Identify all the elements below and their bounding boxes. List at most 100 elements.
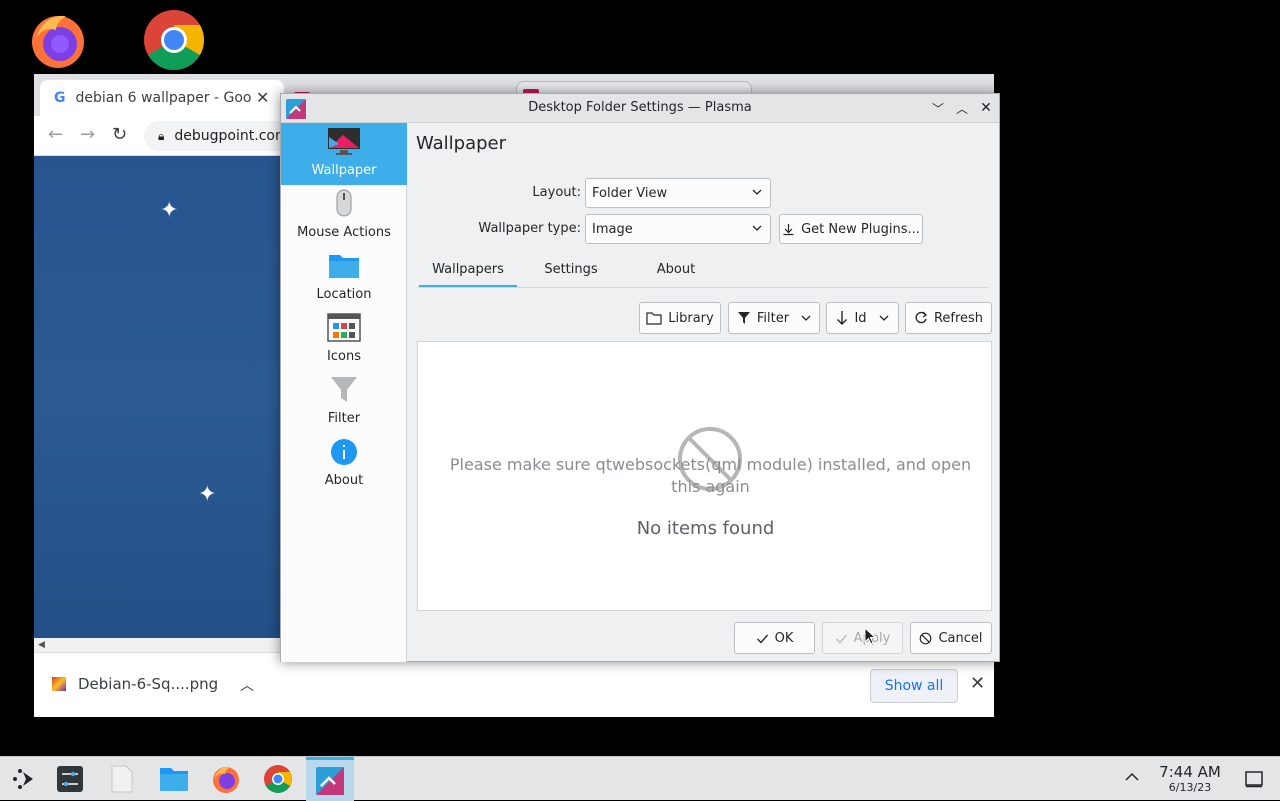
library-label: Library xyxy=(668,310,714,326)
chevron-up-icon[interactable]: ︿ xyxy=(240,675,254,695)
firefox-taskbar-icon[interactable] xyxy=(202,757,250,801)
sidebar-item-mouse-actions[interactable]: Mouse Actions xyxy=(281,185,407,247)
layout-combobox[interactable]: Folder View xyxy=(585,178,771,208)
sort-label: Id xyxy=(854,310,867,326)
star-sparkle: ✦ xyxy=(160,198,179,223)
sidebar-item-label: Wallpaper xyxy=(311,163,377,178)
sidebar-item-location[interactable]: Location xyxy=(281,247,407,309)
star-sparkle: ✦ xyxy=(198,482,217,507)
library-button[interactable]: Library xyxy=(639,302,721,334)
get-new-plugins-label: Get New Plugins... xyxy=(801,221,920,237)
dialog-title: Desktop Folder Settings — Plasma xyxy=(528,100,752,115)
chrome-desktop-icon[interactable] xyxy=(142,8,206,72)
tab-wallpapers[interactable]: Wallpapers xyxy=(419,255,517,287)
layout-label: Layout: xyxy=(532,185,581,200)
chevron-up-icon[interactable]: ︿ xyxy=(953,99,971,117)
layout-value: Folder View xyxy=(592,185,668,201)
check-icon xyxy=(835,634,847,644)
url-text: debugpoint.com xyxy=(174,128,289,144)
reload-icon[interactable]: ↻ xyxy=(112,124,127,145)
show-desktop-icon[interactable] xyxy=(1244,769,1264,793)
settings-sidebar: Wallpaper Mouse Actions Location Icons F… xyxy=(281,123,407,662)
wallpapers-list-panel: Please make sure qtwebsockets(qml module… xyxy=(417,341,992,611)
filter-icon xyxy=(737,312,750,324)
system-settings-taskbar-icon[interactable] xyxy=(46,757,94,801)
clock-date: 6/13/23 xyxy=(1168,781,1212,794)
download-item[interactable]: Debian-6-Sq....png xyxy=(52,675,218,693)
chevron-down-icon xyxy=(752,225,762,231)
sidebar-item-label: Filter xyxy=(327,411,361,426)
wallpaper-type-combobox[interactable]: Image xyxy=(585,214,771,244)
sort-button[interactable]: Id xyxy=(826,302,899,334)
close-icon[interactable]: ✕ xyxy=(970,673,985,694)
page-title: Wallpaper xyxy=(416,133,507,154)
refresh-label: Refresh xyxy=(933,310,984,326)
sidebar-item-label: Icons xyxy=(327,349,361,364)
sidebar-item-icons[interactable]: Icons xyxy=(281,309,407,371)
filter-funnel-icon xyxy=(331,377,357,402)
chevron-up-icon[interactable] xyxy=(1124,771,1140,787)
tab-divider xyxy=(417,287,989,288)
apply-button[interactable]: Apply xyxy=(822,622,903,654)
application-launcher-icon[interactable] xyxy=(0,757,48,801)
mouse-cursor-icon xyxy=(864,627,876,645)
tab-label: About xyxy=(656,262,696,277)
plasma-taskbar: 7:44 AM 6/13/23 xyxy=(0,756,1280,801)
tab-label: Settings xyxy=(544,262,598,277)
sidebar-item-filter[interactable]: Filter xyxy=(281,371,407,433)
sidebar-item-about[interactable]: About xyxy=(281,433,407,495)
image-file-icon xyxy=(52,677,66,691)
firefox-desktop-icon[interactable] xyxy=(26,8,90,72)
dialog-titlebar[interactable]: Desktop Folder Settings — Plasma ﹀ ︿ ✕ xyxy=(281,94,999,123)
chevron-down-icon xyxy=(879,315,889,321)
tab-settings[interactable]: Settings xyxy=(527,255,615,287)
websocket-warning-message: Please make sure qtwebsockets(qml module… xyxy=(449,455,972,496)
refresh-button[interactable]: Refresh xyxy=(905,302,992,334)
sidebar-item-wallpaper[interactable]: Wallpaper xyxy=(281,123,407,185)
ok-label: OK xyxy=(774,630,794,646)
desktop-folder-settings-dialog: Desktop Folder Settings — Plasma ﹀ ︿ ✕ W… xyxy=(280,93,1000,662)
clock-time: 7:44 AM xyxy=(1159,763,1221,781)
folder-icon xyxy=(329,255,359,278)
ok-button[interactable]: OK xyxy=(734,622,815,654)
folder-outline-icon xyxy=(646,311,662,325)
empty-state-text: No items found xyxy=(636,518,775,539)
cancel-label: Cancel xyxy=(938,630,983,646)
cancel-icon xyxy=(920,632,932,644)
refresh-icon xyxy=(915,311,927,324)
mouse-icon xyxy=(336,189,352,217)
chrome-tab-title: debian 6 wallpaper - Goo xyxy=(75,90,252,106)
chevron-down-icon[interactable]: ﹀ xyxy=(929,99,947,117)
google-icon: G xyxy=(54,90,66,106)
close-icon[interactable]: ✕ xyxy=(256,88,269,107)
chevron-down-icon xyxy=(801,315,811,321)
dolphin-taskbar-icon[interactable] xyxy=(150,757,198,801)
check-icon xyxy=(756,634,768,644)
show-all-button[interactable]: Show all xyxy=(870,669,958,703)
tab-about[interactable]: About xyxy=(637,255,715,287)
settings-content: Wallpaper Layout: Folder View Wallpaper … xyxy=(407,123,999,662)
download-filename: Debian-6-Sq....png xyxy=(78,675,219,693)
sidebar-item-label: About xyxy=(324,473,364,488)
forward-icon[interactable]: → xyxy=(80,124,95,145)
close-icon[interactable]: ✕ xyxy=(977,99,995,117)
sidebar-item-label: Location xyxy=(316,287,372,302)
filter-button[interactable]: Filter xyxy=(728,302,820,334)
arrow-down-icon xyxy=(837,311,848,325)
chrome-taskbar-icon[interactable] xyxy=(254,757,302,801)
monitor-icon xyxy=(328,128,360,155)
download-icon xyxy=(783,223,794,235)
back-icon[interactable]: ← xyxy=(48,124,63,145)
filter-label: Filter xyxy=(756,310,790,326)
cancel-button[interactable]: Cancel xyxy=(910,622,992,654)
file-manager-taskbar-icon[interactable] xyxy=(98,757,146,801)
horizontal-scrollbar[interactable]: ◀ xyxy=(34,638,280,652)
page-wallpaper-preview: ✦ ✦ xyxy=(34,156,280,638)
get-new-plugins-button[interactable]: Get New Plugins... xyxy=(779,214,923,244)
plasma-settings-taskbar-icon[interactable] xyxy=(306,757,354,801)
lock-icon: 🔒︎ xyxy=(158,128,165,143)
wallpaper-type-label: Wallpaper type: xyxy=(478,221,581,236)
digital-clock[interactable]: 7:44 AM 6/13/23 xyxy=(1150,763,1230,794)
wallpaper-type-value: Image xyxy=(592,221,633,237)
chrome-tab-active[interactable]: G debian 6 wallpaper - Goo xyxy=(40,80,284,116)
